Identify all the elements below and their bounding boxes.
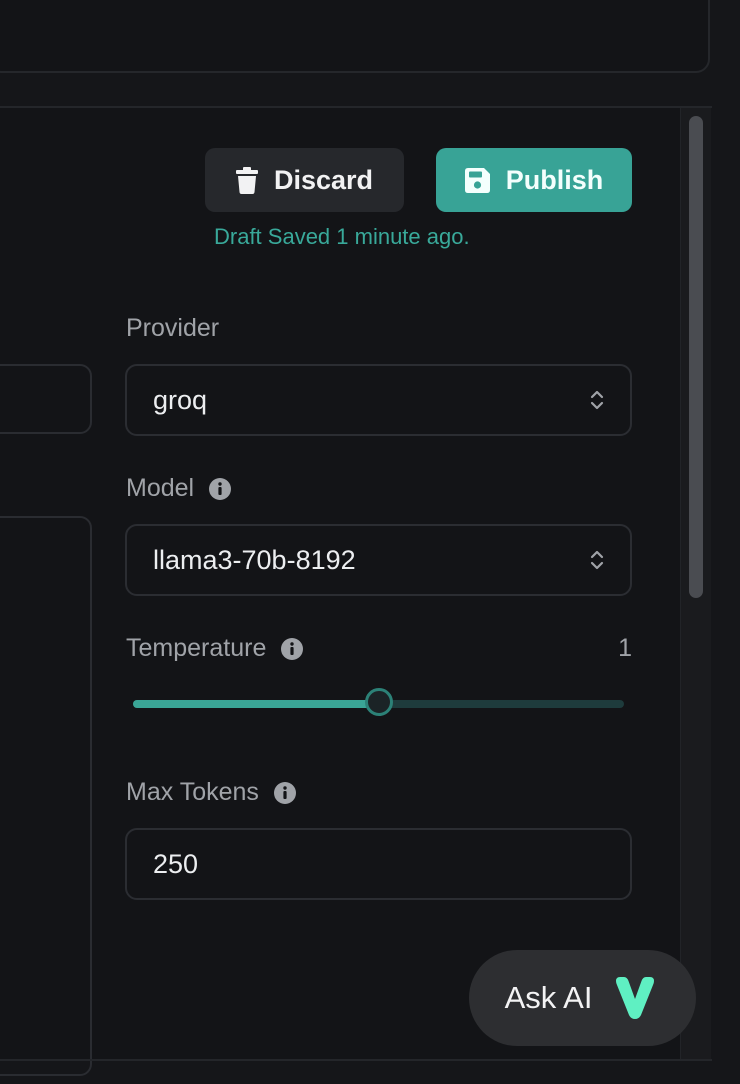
left-input-field[interactable]	[0, 364, 92, 434]
provider-label: Provider	[126, 314, 219, 343]
temperature-label-text: Temperature	[126, 634, 267, 662]
draft-status-text: Draft Saved 1 minute ago.	[214, 224, 470, 249]
save-icon	[464, 167, 490, 193]
info-icon[interactable]	[273, 781, 297, 805]
info-icon[interactable]	[280, 637, 304, 661]
max-tokens-value: 250	[153, 848, 199, 879]
v-logo-icon	[616, 977, 655, 1019]
model-label: Model	[126, 474, 232, 503]
temperature-slider-fill	[133, 700, 379, 708]
max-tokens-input[interactable]: 250	[125, 828, 632, 900]
provider-select-value: groq	[153, 384, 208, 415]
ask-ai-label: Ask AI	[504, 980, 593, 1015]
max-tokens-label-text: Max Tokens	[126, 778, 259, 806]
chevron-up-down-icon	[590, 390, 604, 410]
ask-ai-button[interactable]: Ask AI	[469, 950, 696, 1046]
left-text-area[interactable]	[0, 516, 92, 1076]
top-panel	[0, 0, 710, 73]
discard-button[interactable]: Discard	[205, 148, 404, 212]
provider-label-text: Provider	[126, 314, 220, 342]
model-select-value: llama3-70b-8192	[153, 544, 356, 575]
model-select[interactable]: llama3-70b-8192	[125, 524, 632, 596]
max-tokens-label: Max Tokens	[126, 778, 297, 807]
discard-label: Discard	[273, 164, 374, 195]
temperature-slider-thumb[interactable]	[364, 688, 393, 716]
publish-label: Publish	[505, 164, 604, 195]
temperature-value: 1	[618, 634, 632, 662]
chevron-up-down-icon	[590, 550, 604, 570]
temperature-slider[interactable]	[133, 688, 624, 716]
temperature-label: Temperature	[126, 634, 304, 663]
provider-select[interactable]: groq	[125, 364, 632, 436]
app-root: Discard Publish Draft Saved 1 minute ago…	[0, 0, 740, 1084]
scrollbar[interactable]	[680, 108, 711, 1059]
divider	[0, 1059, 712, 1061]
publish-button[interactable]: Publish	[436, 148, 632, 212]
model-label-text: Model	[126, 474, 195, 502]
trash-icon	[235, 166, 258, 194]
info-icon[interactable]	[208, 477, 232, 501]
scrollbar-thumb[interactable]	[689, 116, 703, 598]
